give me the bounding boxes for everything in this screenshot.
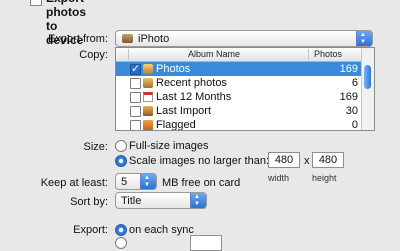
keep-at-least-label: Keep at least: xyxy=(40,177,108,189)
album-name-header[interactable]: Album Name xyxy=(188,48,240,61)
import-icon xyxy=(143,106,153,116)
scale-images-radio[interactable] xyxy=(115,155,127,167)
album-row-photos[interactable]: ✓ Photos 169 xyxy=(116,62,362,76)
album-count: 6 xyxy=(351,77,358,89)
album-name: Recent photos xyxy=(156,77,227,89)
copy-label: Copy: xyxy=(79,49,108,61)
width-caption: width xyxy=(268,173,290,183)
photos-icon xyxy=(143,64,153,74)
export-label: Export: xyxy=(73,224,108,236)
sort-by-popup[interactable]: Title ▲ ▼ xyxy=(115,192,207,209)
sort-by-value: Title xyxy=(121,195,142,207)
album-icon xyxy=(143,78,153,88)
export-interval-field[interactable] xyxy=(190,235,222,251)
mb-free-label: MB free on card xyxy=(162,177,241,189)
album-checkbox[interactable] xyxy=(130,106,141,117)
album-row-last-12-months[interactable]: Last 12 Months 169 xyxy=(116,90,362,104)
popup-arrows-icon: ▲ ▼ xyxy=(140,174,156,189)
scrollbar-thumb[interactable] xyxy=(364,65,371,89)
height-field[interactable]: 480 xyxy=(312,152,344,168)
size-label: Size: xyxy=(83,141,108,153)
export-photos-checkbox[interactable] xyxy=(30,0,42,6)
album-list-header: Album Name Photos xyxy=(116,48,362,62)
popup-arrows-icon: ▲ ▼ xyxy=(356,31,372,46)
scale-images-label[interactable]: Scale images no larger than: xyxy=(129,155,269,167)
album-count: 169 xyxy=(339,91,358,103)
photos-header[interactable]: Photos xyxy=(314,48,342,61)
album-count: 169 xyxy=(339,63,358,75)
full-size-label[interactable]: Full-size images xyxy=(129,140,208,152)
calendar-icon xyxy=(143,92,153,102)
export-each-sync-radio[interactable] xyxy=(115,224,127,236)
album-row-recent[interactable]: Recent photos 6 xyxy=(116,76,362,90)
album-count: 30 xyxy=(345,105,358,117)
album-list[interactable]: Album Name Photos ✓ Photos 169 Recent ph… xyxy=(115,47,375,131)
export-from-value: iPhoto xyxy=(138,33,170,45)
album-checkbox[interactable]: ✓ xyxy=(130,63,141,75)
export-other-radio[interactable] xyxy=(115,237,127,249)
height-caption: height xyxy=(312,173,337,183)
album-count: 0 xyxy=(351,119,358,131)
album-row-flagged[interactable]: Flagged 0 xyxy=(116,118,362,131)
album-checkbox[interactable] xyxy=(130,92,141,103)
album-checkbox[interactable] xyxy=(130,78,141,89)
dimension-x-label: x xyxy=(304,155,310,167)
export-from-popup[interactable]: iPhoto ▲ ▼ xyxy=(115,30,373,47)
album-name: Flagged xyxy=(156,119,196,131)
album-name: Last 12 Months xyxy=(156,91,232,103)
album-row-last-import[interactable]: Last Import 30 xyxy=(116,104,362,118)
keep-at-least-popup[interactable]: 5 ▲ ▼ xyxy=(115,173,157,190)
width-field[interactable]: 480 xyxy=(268,152,300,168)
album-checkbox[interactable] xyxy=(130,120,141,130)
album-list-scrollbar[interactable] xyxy=(361,48,374,130)
keep-at-least-value: 5 xyxy=(121,176,128,188)
flag-icon xyxy=(143,120,153,130)
export-from-label: Export from: xyxy=(48,33,108,45)
iphoto-icon xyxy=(122,34,133,43)
album-name: Photos xyxy=(156,63,191,75)
sort-by-label: Sort by: xyxy=(70,196,108,208)
album-name: Last Import xyxy=(156,105,212,117)
export-each-sync-label[interactable]: on each sync xyxy=(129,224,194,236)
popup-arrows-icon: ▲ ▼ xyxy=(190,193,206,208)
full-size-radio[interactable] xyxy=(115,140,127,152)
